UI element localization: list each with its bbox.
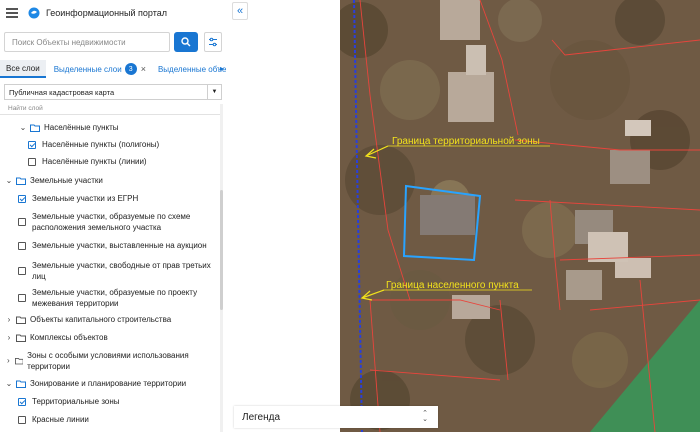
layer-group-capital[interactable]: › Объекты капитального строительства: [4, 314, 171, 325]
checkbox-checked[interactable]: [28, 141, 36, 149]
legend-panel[interactable]: Легенда ⌃ ⌄: [234, 406, 438, 428]
layer-label: Объекты капитального строительства: [30, 315, 172, 324]
menu-icon[interactable]: [6, 8, 18, 18]
layer-label: Комплексы объектов: [30, 333, 108, 342]
chevron-right-icon[interactable]: ›: [4, 332, 14, 343]
double-chevron-left-icon: «: [236, 5, 244, 17]
layer-group-special-zones[interactable]: › Зоны с особыми условиями использования…: [4, 350, 204, 372]
folder-icon: [16, 316, 26, 324]
checkbox-checked[interactable]: [18, 398, 26, 406]
layer-item[interactable]: Земельные участки, свободные от прав тре…: [18, 260, 214, 282]
basemap-select[interactable]: Публичная кадастровая карта ▼: [4, 84, 222, 100]
folder-icon: [16, 177, 26, 185]
chevron-right-icon[interactable]: ›: [4, 314, 14, 325]
layer-group-complexes[interactable]: › Комплексы объектов: [4, 332, 108, 343]
layer-label: Территориальные зоны: [32, 397, 120, 406]
scrollbar-thumb[interactable]: [220, 190, 223, 310]
layers-sidebar: Геоинформационный портал Поиск Объекты н…: [0, 0, 226, 432]
top-bar: Геоинформационный портал: [0, 0, 226, 26]
layer-label: Земельные участки, образуемые по проекту…: [32, 288, 198, 308]
layer-group-zoning[interactable]: ⌄ Зонирование и планирование территории: [4, 378, 186, 389]
folder-icon: [14, 358, 24, 365]
layer-label: Земельные участки из ЕГРН: [32, 194, 139, 203]
tab-all-layers[interactable]: Все слои: [0, 60, 46, 78]
layer-label: Земельные участки: [30, 176, 103, 185]
checkbox[interactable]: [18, 218, 26, 226]
layer-item[interactable]: Земельные участки, выставленные на аукци…: [18, 240, 207, 251]
folder-icon: [30, 124, 40, 132]
checkbox[interactable]: [18, 242, 26, 250]
folder-icon: [16, 334, 26, 342]
expand-collapse-icon[interactable]: ⌃ ⌄: [422, 410, 428, 423]
chevron-right-icon[interactable]: ▸: [220, 64, 224, 73]
chevron-right-icon[interactable]: ›: [4, 355, 13, 366]
folder-icon: [16, 380, 26, 388]
chevron-down-icon[interactable]: ▼: [207, 85, 221, 99]
tab-selected-objects[interactable]: Выделенные объекты 1: [158, 60, 226, 78]
checkbox-checked[interactable]: [18, 195, 26, 203]
tab-label: Выделенные слои: [53, 64, 122, 74]
settlement-boundary-label: Граница населенного пункта: [386, 280, 519, 291]
tab-selected-layers[interactable]: Выделенные слои 3 ×: [54, 60, 146, 78]
layer-group-populated[interactable]: ⌄ Населённые пункты: [18, 122, 119, 133]
layer-tabs: Все слои Выделенные слои 3 × Выделенные …: [0, 60, 226, 78]
app-title: Геоинформационный портал: [46, 8, 167, 18]
layer-item[interactable]: Земельные участки, образуемые по схеме р…: [18, 211, 214, 233]
layer-item[interactable]: Населённые пункты (полигоны): [28, 139, 159, 150]
layer-label: Населённые пункты (линии): [42, 157, 147, 166]
count-badge: 3: [124, 63, 137, 75]
chevron-down-icon[interactable]: ⌄: [4, 378, 14, 389]
search-icon: [181, 37, 191, 47]
layer-label: Земельные участки, выставленные на аукци…: [32, 241, 207, 250]
checkbox[interactable]: [18, 294, 26, 302]
layer-label: Населённые пункты (полигоны): [42, 140, 160, 149]
checkbox[interactable]: [28, 158, 36, 166]
map-view[interactable]: Граница территориальной зоны Граница нас…: [340, 0, 700, 432]
layer-item[interactable]: Населённые пункты (линии): [28, 156, 147, 167]
satellite-map[interactable]: Граница территориальной зоны Граница нас…: [340, 0, 700, 432]
legend-title: Легенда: [242, 411, 281, 423]
collapse-sidebar-button[interactable]: «: [232, 2, 248, 20]
search-input[interactable]: Поиск Объекты недвижимости: [4, 32, 170, 52]
layer-label: Земельные участки, образуемые по схеме р…: [32, 212, 191, 232]
layer-label: Красные линии: [32, 415, 89, 424]
layer-item[interactable]: Земельные участки из ЕГРН: [18, 193, 138, 204]
filter-button[interactable]: [204, 32, 222, 52]
layer-label: Зонирование и планирование территории: [30, 379, 187, 388]
select-value: Публичная кадастровая карта: [9, 87, 115, 97]
portal-logo-icon: [28, 7, 40, 19]
checkbox[interactable]: [18, 416, 26, 424]
layer-item[interactable]: Территориальные зоны: [18, 396, 120, 407]
layer-item[interactable]: Земельные участки, образуемые по проекту…: [18, 287, 214, 309]
layer-group-land[interactable]: ⌄ Земельные участки: [4, 175, 103, 186]
search-button[interactable]: [174, 32, 198, 52]
chevron-down-icon[interactable]: ⌄: [18, 122, 28, 133]
find-layer-input[interactable]: Найти слой: [0, 103, 222, 115]
territorial-zone-label: Граница территориальной зоны: [392, 136, 540, 147]
layer-item[interactable]: Красные линии: [18, 414, 89, 425]
layer-label: Земельные участки, свободные от прав тре…: [32, 261, 211, 281]
tab-label: Все слои: [6, 63, 40, 73]
tab-label: Выделенные объекты: [157, 64, 226, 74]
chevron-down-icon[interactable]: ⌄: [4, 175, 14, 186]
close-icon[interactable]: ×: [141, 64, 146, 74]
checkbox[interactable]: [18, 267, 26, 275]
layer-label: Зоны с особыми условиями использования т…: [27, 351, 189, 371]
filter-settings-icon: [209, 37, 217, 47]
layer-label: Населённые пункты: [44, 123, 119, 132]
